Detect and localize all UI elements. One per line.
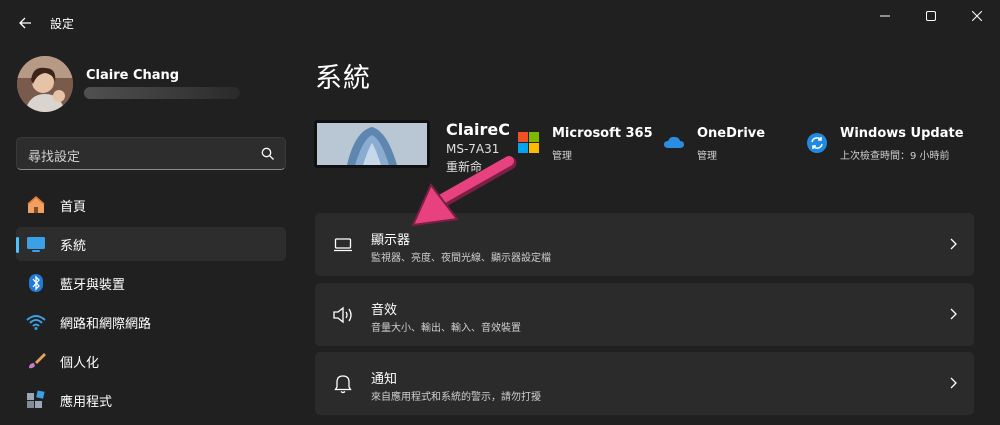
quick-link-sub: 管理 bbox=[697, 151, 717, 162]
sidebar-item-label: 系統 bbox=[60, 238, 87, 254]
card-title: 通知 bbox=[371, 372, 398, 387]
sidebar-item-bluetooth[interactable]: 藍牙與裝置 bbox=[16, 266, 286, 300]
sidebar-item-label: 網路和網際網路 bbox=[60, 316, 152, 332]
device-name: ClaireC bbox=[446, 120, 510, 139]
brush-icon bbox=[26, 351, 46, 371]
sidebar-item-system[interactable]: 系統 bbox=[16, 227, 286, 261]
chevron-right-icon bbox=[950, 238, 957, 250]
chevron-right-icon bbox=[950, 308, 957, 320]
quick-link-windows-update[interactable]: Windows Update 上次檢查時間：9 小時前 bbox=[806, 126, 964, 162]
settings-card-notifications[interactable]: 通知 來自應用程式和系統的警示，請勿打擾 bbox=[315, 352, 974, 415]
wifi-icon bbox=[26, 312, 46, 332]
search-input[interactable]: 尋找設定 bbox=[16, 137, 286, 170]
speaker-icon bbox=[332, 304, 354, 326]
display-icon bbox=[332, 234, 354, 256]
sidebar-item-label: 首頁 bbox=[60, 199, 87, 215]
page-title: 系統 bbox=[315, 63, 371, 94]
maximize-icon bbox=[926, 11, 936, 21]
avatar-photo-icon bbox=[17, 56, 73, 112]
avatar[interactable] bbox=[17, 56, 73, 112]
device-model: MS-7A31 bbox=[446, 142, 500, 156]
sidebar-nav: 首頁 系統 藍牙與裝置 網路和網際網路 個人化 應用程式 bbox=[16, 188, 286, 422]
windows-update-icon bbox=[807, 133, 827, 153]
apps-icon bbox=[26, 390, 46, 410]
title-bar: 設定 bbox=[0, 0, 1000, 48]
redacted-email bbox=[84, 87, 240, 99]
sidebar-item-network[interactable]: 網路和網際網路 bbox=[16, 305, 286, 339]
card-subtitle: 音量大小、輸出、輸入、音效裝置 bbox=[371, 323, 521, 334]
back-arrow-icon bbox=[19, 17, 31, 29]
back-button[interactable] bbox=[14, 12, 36, 34]
bell-icon bbox=[332, 373, 354, 395]
quick-link-onedrive[interactable]: OneDrive 管理 bbox=[663, 126, 765, 162]
sidebar-item-label: 應用程式 bbox=[60, 394, 113, 410]
sidebar-item-home[interactable]: 首頁 bbox=[16, 188, 286, 222]
sidebar-item-label: 個人化 bbox=[60, 355, 100, 371]
monitor-icon bbox=[26, 234, 46, 254]
quick-link-sub: 管理 bbox=[552, 151, 572, 162]
close-button[interactable] bbox=[954, 6, 1000, 26]
card-subtitle: 來自應用程式和系統的警示，請勿打擾 bbox=[371, 392, 541, 403]
minimize-button[interactable] bbox=[862, 6, 908, 26]
card-title: 音效 bbox=[371, 303, 398, 318]
search-placeholder: 尋找設定 bbox=[28, 150, 81, 165]
sidebar-item-apps[interactable]: 應用程式 bbox=[16, 383, 286, 417]
card-subtitle: 監視器、亮度、夜間光線、顯示器設定檔 bbox=[371, 253, 551, 264]
annotation-arrow-icon bbox=[411, 156, 517, 227]
active-indicator bbox=[16, 237, 19, 253]
home-icon bbox=[26, 195, 46, 215]
chevron-right-icon bbox=[950, 377, 957, 389]
close-icon bbox=[972, 11, 982, 21]
sidebar-item-label: 藍牙與裝置 bbox=[60, 277, 126, 293]
maximize-button[interactable] bbox=[908, 6, 954, 26]
window-title: 設定 bbox=[50, 17, 75, 31]
sidebar-item-personalization[interactable]: 個人化 bbox=[16, 344, 286, 378]
microsoft-logo-icon bbox=[518, 132, 539, 153]
quick-link-title: Microsoft 365 bbox=[552, 126, 653, 141]
minimize-icon bbox=[880, 15, 890, 17]
bluetooth-icon bbox=[26, 273, 46, 293]
quick-link-title: Windows Update bbox=[840, 126, 964, 141]
settings-card-sound[interactable]: 音效 音量大小、輸出、輸入、音效裝置 bbox=[315, 283, 974, 346]
quick-link-microsoft365[interactable]: Microsoft 365 管理 bbox=[518, 126, 653, 162]
search-icon[interactable] bbox=[261, 147, 275, 161]
user-name: Claire Chang bbox=[86, 68, 180, 83]
quick-link-title: OneDrive bbox=[697, 126, 766, 141]
quick-link-sub: 上次檢查時間：9 小時前 bbox=[840, 151, 950, 162]
onedrive-icon bbox=[664, 136, 684, 148]
